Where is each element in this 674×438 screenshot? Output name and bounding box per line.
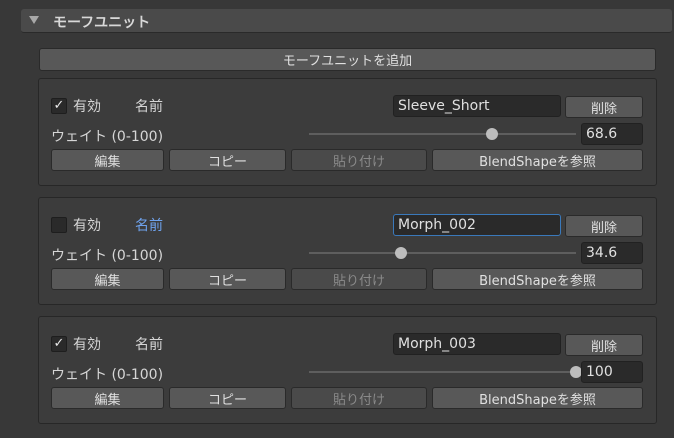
morph-unit-card: 有効 名前 Morph_002 削除 ウェイト (0-100) 34.6 編集 … [38,197,657,305]
weight-slider-track[interactable] [309,371,576,373]
name-label: 名前 [135,99,163,115]
weight-field[interactable]: 68.6 [581,123,643,145]
weight-label: ウェイト (0-100) [51,367,164,383]
name-label: 名前 [135,337,163,353]
paste-button: 貼り付け [291,387,427,409]
weight-slider-track[interactable] [309,133,576,135]
name-field[interactable]: Morph_002 [393,214,561,236]
morph-unit-card: ✓ 有効 名前 Morph_003 削除 ウェイト (0-100) 100 編集… [38,316,657,424]
reference-blendshape-button[interactable]: BlendShapeを参照 [432,387,643,409]
collapse-triangle-icon[interactable] [29,16,39,24]
weight-slider-track[interactable] [309,252,576,254]
copy-button[interactable]: コピー [169,268,286,290]
reference-blendshape-button[interactable]: BlendShapeを参照 [432,268,643,290]
delete-button[interactable]: 削除 [565,96,643,118]
enabled-label: 有効 [73,218,101,234]
weight-field[interactable]: 34.6 [581,242,643,264]
copy-button[interactable]: コピー [169,149,286,171]
name-field[interactable]: Sleeve_Short [393,95,561,117]
morph-unit-section-header[interactable]: モーフユニット [21,9,672,33]
weight-label: ウェイト (0-100) [51,129,164,145]
enabled-label: 有効 [73,99,101,115]
edit-button[interactable]: 編集 [51,268,164,290]
name-field[interactable]: Morph_003 [393,333,561,355]
edit-button[interactable]: 編集 [51,149,164,171]
enabled-checkbox[interactable]: ✓ [51,98,67,114]
copy-button[interactable]: コピー [169,387,286,409]
weight-slider-thumb[interactable] [486,128,499,140]
weight-label: ウェイト (0-100) [51,248,164,264]
morph-unit-card: ✓ 有効 名前 Sleeve_Short 削除 ウェイト (0-100) 68.… [38,78,657,186]
delete-button[interactable]: 削除 [565,334,643,356]
reference-blendshape-button[interactable]: BlendShapeを参照 [432,149,643,171]
weight-slider-thumb[interactable] [395,247,408,259]
paste-button: 貼り付け [291,268,427,290]
section-title: モーフユニット [53,15,151,31]
name-label: 名前 [135,218,163,234]
enabled-checkbox[interactable]: ✓ [51,336,67,352]
enabled-checkbox[interactable] [51,217,67,233]
enabled-label: 有効 [73,337,101,353]
add-morph-unit-button[interactable]: モーフユニットを追加 [39,48,656,71]
edit-button[interactable]: 編集 [51,387,164,409]
weight-field[interactable]: 100 [581,361,643,383]
paste-button: 貼り付け [291,149,427,171]
delete-button[interactable]: 削除 [565,215,643,237]
